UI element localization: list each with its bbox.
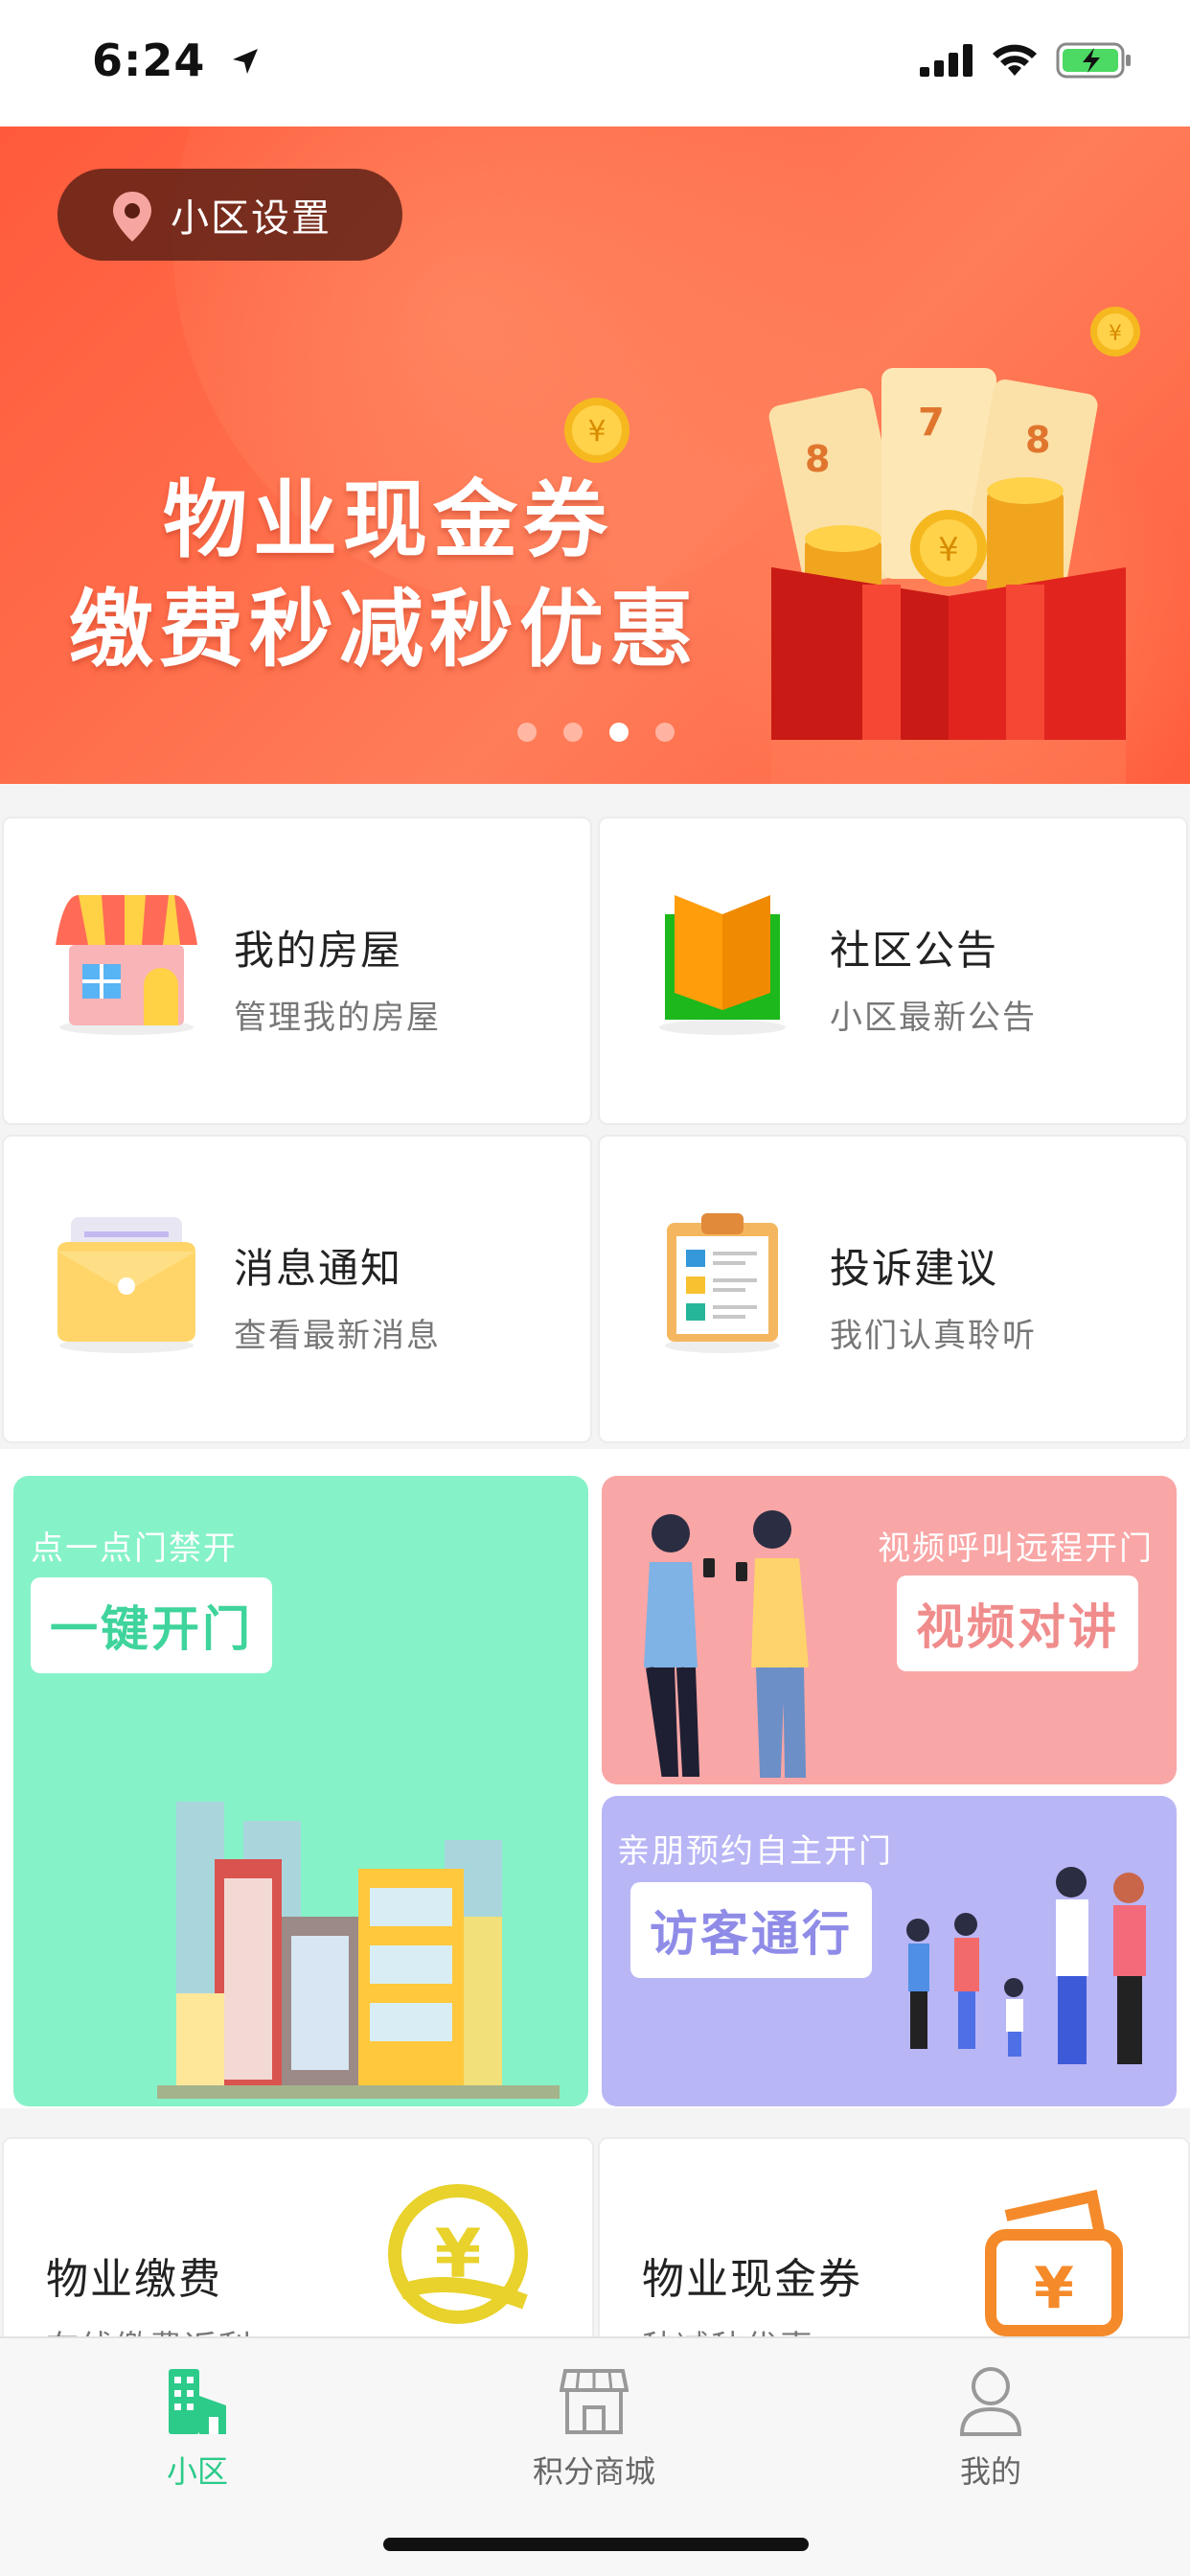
coin-icon: ¥ — [1088, 305, 1142, 362]
video-intercom-button[interactable]: 视频对讲 — [897, 1576, 1138, 1671]
messages-title: 消息通知 — [234, 1245, 403, 1292]
tab-points-mall-label: 积分商城 — [532, 2453, 655, 2490]
battery-charging-icon — [1056, 42, 1133, 82]
messages-subtitle: 查看最新消息 — [234, 1317, 441, 1355]
community-settings-label: 小区设置 — [171, 196, 332, 241]
community-settings-button[interactable]: 小区设置 — [57, 169, 402, 261]
svg-text:¥: ¥ — [1034, 2255, 1074, 2322]
home-indicator[interactable] — [383, 2538, 809, 2551]
community-notice-title: 社区公告 — [830, 927, 999, 974]
carousel-dots[interactable] — [517, 723, 675, 742]
red-envelope-illustration: 8 7 8 ¥ — [747, 356, 1169, 784]
one-key-open-tile[interactable]: 点一点门禁开 一键开门 — [13, 1476, 588, 2106]
tab-mine[interactable]: 我的 — [895, 2361, 1087, 2492]
wifi-icon — [991, 43, 1039, 81]
svg-text:¥: ¥ — [587, 415, 606, 448]
access-tiles: 点一点门禁开 一键开门 视频呼叫远程开门 视频对讲 亲朋预约自主开门 访客通行 — [0, 1449, 1190, 2108]
svg-text:8: 8 — [1025, 419, 1050, 461]
property-fee-title: 物业缴费 — [46, 2255, 222, 2304]
envelope-icon — [50, 1204, 203, 1361]
one-key-open-subtitle: 点一点门禁开 — [31, 1530, 238, 1568]
banner-title: 物业现金券 — [163, 471, 614, 569]
complaints-title: 投诉建议 — [830, 1245, 999, 1292]
visitor-pass-button[interactable]: 访客通行 — [630, 1882, 872, 1978]
tab-community[interactable]: 小区 — [102, 2361, 293, 2492]
community-notice-subtitle: 小区最新公告 — [830, 999, 1037, 1037]
location-pin-icon — [111, 190, 153, 247]
community-notice-card[interactable]: 社区公告 小区最新公告 — [598, 816, 1188, 1125]
feature-grid: 我的房屋 管理我的房屋 社区公告 小区最新公告 消息通知 查看最新消息 投诉建议… — [0, 784, 1190, 1445]
status-time: 6:24 — [92, 34, 260, 86]
book-icon — [646, 886, 799, 1043]
complaints-subtitle: 我们认真聆听 — [830, 1317, 1037, 1355]
video-intercom-tile[interactable]: 视频呼叫远程开门 视频对讲 — [602, 1476, 1177, 1784]
yen-hand-icon: ¥ — [381, 2177, 535, 2344]
visitor-pass-subtitle: 亲朋预约自主开门 — [617, 1832, 893, 1871]
tab-mine-label: 我的 — [959, 2453, 1021, 2490]
banner-subtitle: 缴费秒减秒优惠 — [69, 580, 700, 678]
carousel-dot[interactable] — [655, 723, 675, 742]
svg-text:8: 8 — [805, 438, 830, 480]
promo-banner[interactable]: 小区设置 物业现金券 缴费秒减秒优惠 ¥ ¥ 8 7 8 ¥ — [0, 126, 1190, 784]
house-icon — [50, 886, 203, 1043]
one-key-open-button[interactable]: 一键开门 — [31, 1577, 272, 1673]
two-people-phone-illustration — [644, 1510, 809, 1778]
svg-text:¥: ¥ — [938, 531, 959, 569]
carousel-dot[interactable] — [563, 723, 583, 742]
tab-community-label: 小区 — [166, 2453, 228, 2490]
tab-points-mall[interactable]: 积分商城 — [498, 2361, 690, 2492]
carousel-dot[interactable] — [517, 723, 537, 742]
yen-wallet-icon: ¥ — [977, 2177, 1131, 2344]
city-buildings-illustration — [157, 1802, 560, 2099]
store-icon — [498, 2361, 690, 2438]
my-house-title: 我的房屋 — [234, 927, 403, 974]
building-icon — [102, 2361, 293, 2438]
svg-text:7: 7 — [918, 401, 945, 445]
status-bar: 6:24 — [0, 0, 1190, 126]
video-intercom-subtitle: 视频呼叫远程开门 — [878, 1530, 1154, 1568]
cellular-signal-icon — [920, 44, 973, 80]
carousel-dot-active[interactable] — [609, 723, 629, 742]
cash-coupon-title: 物业现金券 — [642, 2255, 862, 2304]
location-arrow-icon — [231, 34, 260, 86]
user-icon — [895, 2361, 1087, 2438]
coin-icon: ¥ — [561, 395, 632, 470]
clipboard-icon — [646, 1204, 799, 1361]
my-house-card[interactable]: 我的房屋 管理我的房屋 — [2, 816, 592, 1125]
complaints-card[interactable]: 投诉建议 我们认真聆听 — [598, 1135, 1188, 1443]
status-time-text: 6:24 — [92, 34, 206, 86]
my-house-subtitle: 管理我的房屋 — [234, 999, 441, 1037]
svg-text:¥: ¥ — [1109, 322, 1122, 346]
visitor-pass-tile[interactable]: 亲朋预约自主开门 访客通行 — [602, 1796, 1177, 2106]
status-icons — [920, 42, 1133, 82]
messages-card[interactable]: 消息通知 查看最新消息 — [2, 1135, 592, 1443]
family-illustration — [906, 1867, 1146, 2064]
